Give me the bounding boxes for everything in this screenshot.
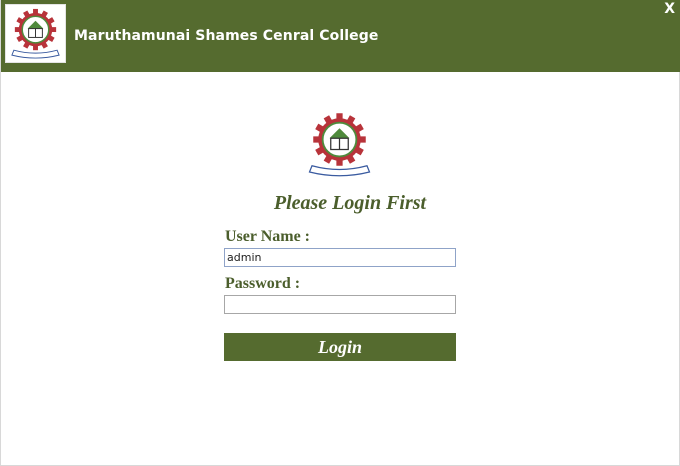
college-crest-icon-svg bbox=[308, 113, 371, 177]
college-crest-icon bbox=[302, 108, 377, 181]
close-button[interactable]: X bbox=[664, 1, 675, 17]
login-button[interactable]: Login bbox=[224, 333, 456, 361]
username-input[interactable] bbox=[224, 248, 456, 267]
college-crest-icon bbox=[5, 4, 66, 63]
password-input[interactable] bbox=[224, 295, 456, 314]
app-title: Maruthamunai Shames Cenral College bbox=[74, 28, 379, 44]
username-label: User Name : bbox=[225, 228, 311, 245]
password-label: Password : bbox=[225, 275, 301, 292]
college-crest-icon-svg bbox=[11, 8, 60, 59]
login-heading: Please Login First bbox=[273, 192, 427, 214]
title-bar: Maruthamunai Shames Cenral College X bbox=[1, 0, 680, 72]
login-window: Maruthamunai Shames Cenral College X Ple… bbox=[0, 0, 680, 466]
